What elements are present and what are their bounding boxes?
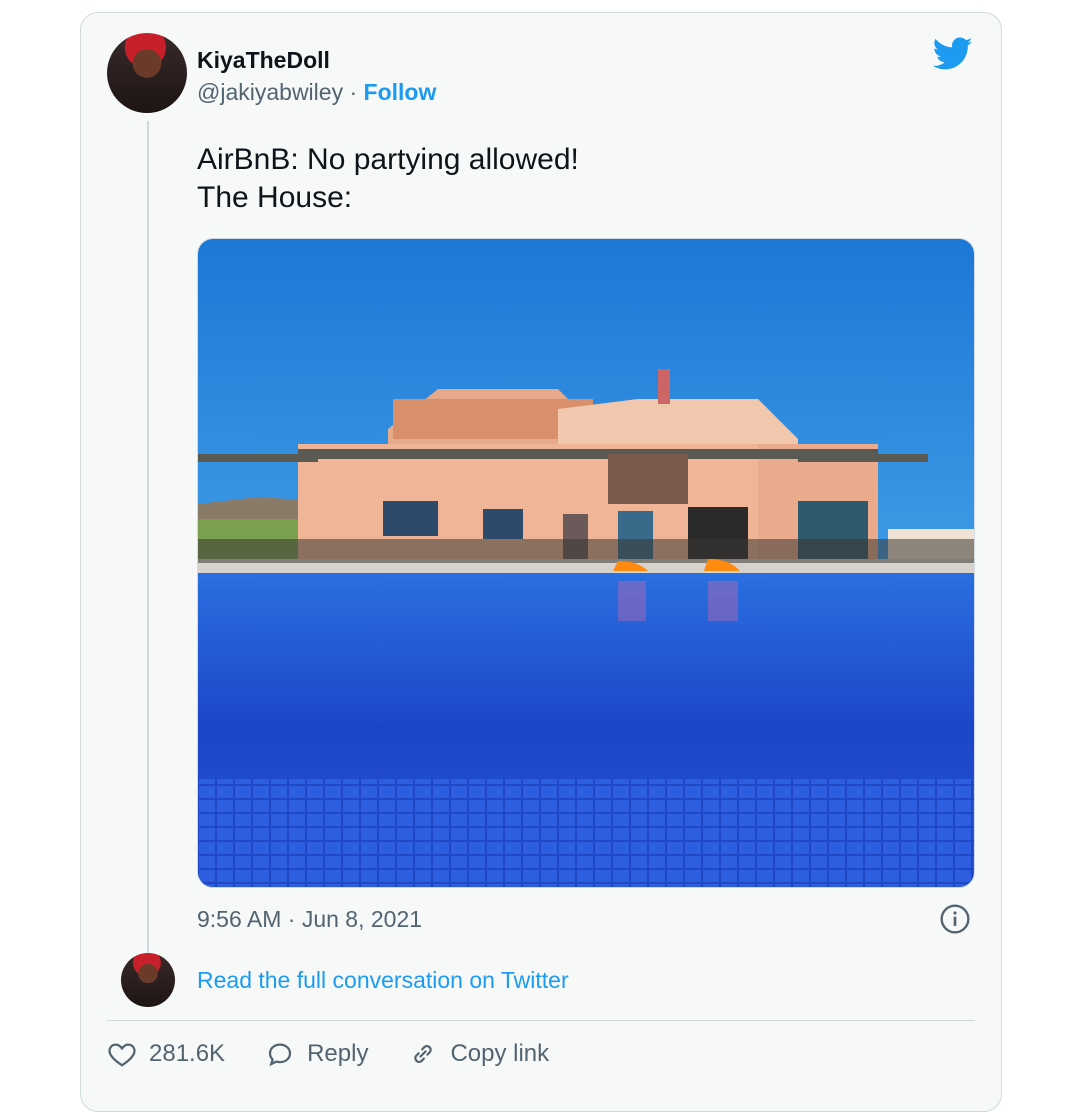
tweet-actions: 281.6K Reply Copy link [107, 1039, 589, 1069]
tweet-card: KiyaTheDoll @jakiyabwiley · Follow AirBn… [80, 12, 1002, 1112]
author-avatar[interactable] [107, 33, 187, 113]
copy-link-label: Copy link [450, 1040, 550, 1067]
info-icon[interactable] [939, 903, 971, 935]
divider [107, 1020, 975, 1021]
pool-villa-photo [198, 239, 974, 887]
reply-button[interactable]: Reply [265, 1039, 368, 1069]
link-icon [414, 1045, 433, 1063]
like-count: 281.6K [149, 1040, 226, 1067]
tweet-media-image[interactable] [197, 238, 975, 888]
copy-link-button[interactable]: Copy link [408, 1039, 549, 1069]
conversation-avatar[interactable] [121, 953, 175, 1007]
tweet-timestamp[interactable]: 9:56 AM · Jun 8, 2021 [197, 906, 422, 933]
heart-icon [108, 1043, 136, 1067]
tweet-text-line: The House: [197, 181, 353, 214]
thread-line [147, 121, 149, 953]
tweet-text: AirBnB: No partying allowed! The House: [197, 141, 579, 217]
like-button[interactable]: 281.6K [107, 1039, 225, 1069]
reply-label: Reply [307, 1040, 369, 1067]
tweet-text-line: AirBnB: No partying allowed! [197, 143, 579, 176]
read-full-conversation-link[interactable]: Read the full conversation on Twitter [197, 967, 569, 994]
handle-separator: · [349, 79, 358, 105]
author-handle-row: @jakiyabwiley · Follow [197, 79, 436, 106]
speech-bubble-icon [268, 1043, 292, 1067]
author-handle[interactable]: @jakiyabwiley [197, 79, 343, 105]
author-display-name[interactable]: KiyaTheDoll [197, 47, 330, 74]
twitter-bird-icon[interactable] [933, 37, 973, 71]
follow-button[interactable]: Follow [364, 79, 437, 105]
